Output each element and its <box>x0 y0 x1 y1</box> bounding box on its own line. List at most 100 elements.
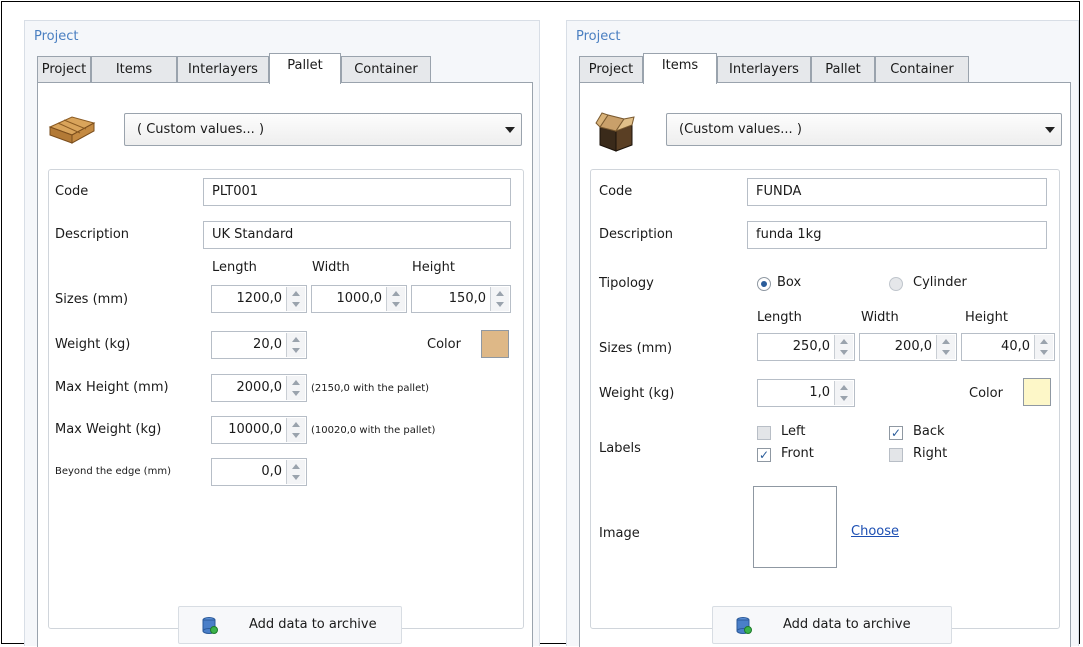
labels-label: Labels <box>599 441 641 456</box>
edge-label: Beyond the edge (mm) <box>55 466 171 477</box>
tab-interlayers[interactable]: Interlayers <box>177 56 269 83</box>
cylinder-radio[interactable] <box>889 277 903 291</box>
color-label: Color <box>427 337 461 352</box>
tab-container[interactable]: Container <box>875 56 969 83</box>
cylinder-radio-label: Cylinder <box>913 275 967 290</box>
tab-content: ( Custom values... ) Code PLT001 Descrip… <box>37 82 533 647</box>
color-label: Color <box>969 386 1003 401</box>
add-to-archive-button[interactable]: Add data to archive <box>712 606 952 644</box>
length-value: 1200,0 <box>236 291 283 306</box>
edge-value: 0,0 <box>261 464 282 479</box>
width-header: Width <box>861 310 899 325</box>
spin-icon[interactable] <box>834 335 853 359</box>
preset-dropdown[interactable]: (Custom values... ) <box>666 113 1062 146</box>
panel-title: Project <box>576 29 621 44</box>
chevron-down-icon <box>1045 127 1055 133</box>
height-stepper[interactable]: 40,0 <box>961 333 1055 361</box>
database-add-icon <box>736 617 752 634</box>
length-stepper[interactable]: 1200,0 <box>211 285 307 313</box>
back-checkbox-label: Back <box>913 424 945 439</box>
max-height-label: Max Height (mm) <box>55 380 169 395</box>
length-header: Length <box>212 260 257 275</box>
code-field[interactable]: PLT001 <box>203 178 511 206</box>
tab-pallet[interactable]: Pallet <box>269 53 341 84</box>
spin-icon[interactable] <box>936 335 955 359</box>
code-field[interactable]: FUNDA <box>747 178 1047 206</box>
item-properties-group: Code FUNDA Description funda 1kg Tipolog… <box>590 169 1060 629</box>
code-label: Code <box>55 184 89 199</box>
preset-dropdown[interactable]: ( Custom values... ) <box>124 113 522 146</box>
width-value: 1000,0 <box>336 291 383 306</box>
pallet-properties-group: Code PLT001 Description UK Standard Leng… <box>48 169 524 629</box>
spin-icon[interactable] <box>490 287 509 311</box>
tab-container[interactable]: Container <box>341 56 431 83</box>
spin-icon[interactable] <box>834 381 853 405</box>
height-stepper[interactable]: 150,0 <box>411 285 511 313</box>
left-label-checkbox[interactable] <box>757 426 771 440</box>
left-checkbox-label: Left <box>781 424 806 439</box>
height-value: 150,0 <box>448 291 486 306</box>
width-stepper[interactable]: 200,0 <box>859 333 957 361</box>
tab-project[interactable]: Project <box>579 56 643 83</box>
spin-icon[interactable] <box>286 287 305 311</box>
code-label: Code <box>599 184 633 199</box>
height-header: Height <box>412 260 455 275</box>
choose-image-link[interactable]: Choose <box>851 524 899 539</box>
max-height-stepper[interactable]: 2000,0 <box>211 374 307 402</box>
length-stepper[interactable]: 250,0 <box>757 333 855 361</box>
front-label-checkbox[interactable]: ✓ <box>757 448 771 462</box>
description-label: Description <box>599 227 674 242</box>
project-panel-items: Project Project Items Interlayers Pallet… <box>566 20 1079 647</box>
max-weight-note: (10020,0 with the pallet) <box>311 425 436 436</box>
weight-stepper[interactable]: 1,0 <box>757 379 855 407</box>
add-button-label: Add data to archive <box>249 617 377 632</box>
preset-value: (Custom values... ) <box>679 122 802 137</box>
color-swatch[interactable] <box>481 330 509 358</box>
width-stepper[interactable]: 1000,0 <box>311 285 407 313</box>
spin-icon[interactable] <box>286 418 305 442</box>
height-value: 40,0 <box>1001 339 1030 354</box>
tab-project[interactable]: Project <box>37 56 91 83</box>
edge-stepper[interactable]: 0,0 <box>211 458 307 486</box>
spin-icon[interactable] <box>386 287 405 311</box>
pallet-icon <box>48 116 96 144</box>
tipology-label: Tipology <box>599 276 654 291</box>
chevron-down-icon <box>505 127 515 133</box>
length-value: 250,0 <box>792 339 830 354</box>
tab-interlayers[interactable]: Interlayers <box>717 56 811 83</box>
preset-value: ( Custom values... ) <box>137 122 265 137</box>
back-label-checkbox[interactable]: ✓ <box>889 426 903 440</box>
weight-label: Weight (kg) <box>599 386 675 401</box>
sizes-label: Sizes (mm) <box>55 292 129 307</box>
box-radio[interactable] <box>757 277 771 291</box>
color-swatch[interactable] <box>1023 378 1051 406</box>
max-weight-stepper[interactable]: 10000,0 <box>211 416 307 444</box>
max-weight-label: Max Weight (kg) <box>55 422 162 437</box>
weight-label: Weight (kg) <box>55 337 131 352</box>
width-value: 200,0 <box>894 339 932 354</box>
add-button-label: Add data to archive <box>783 617 911 632</box>
front-checkbox-label: Front <box>781 446 814 461</box>
add-to-archive-button[interactable]: Add data to archive <box>178 606 402 644</box>
spin-icon[interactable] <box>1034 335 1053 359</box>
box-icon <box>595 112 635 152</box>
max-height-value: 2000,0 <box>236 380 283 395</box>
image-preview <box>753 486 837 568</box>
description-field[interactable]: funda 1kg <box>747 221 1047 249</box>
image-label: Image <box>599 526 640 541</box>
spin-icon[interactable] <box>286 376 305 400</box>
panel-title: Project <box>34 29 79 44</box>
right-checkbox-label: Right <box>913 446 948 461</box>
tab-items[interactable]: Items <box>643 53 717 84</box>
weight-stepper[interactable]: 20,0 <box>211 331 307 359</box>
tab-pallet[interactable]: Pallet <box>811 56 875 83</box>
width-header: Width <box>312 260 350 275</box>
length-header: Length <box>757 310 802 325</box>
tab-items[interactable]: Items <box>91 56 177 83</box>
weight-value: 20,0 <box>253 337 282 352</box>
spin-icon[interactable] <box>286 333 305 357</box>
spin-icon[interactable] <box>286 460 305 484</box>
right-label-checkbox[interactable] <box>889 448 903 462</box>
description-field[interactable]: UK Standard <box>203 221 511 249</box>
tab-content: (Custom values... ) Code FUNDA Descripti… <box>579 82 1071 647</box>
